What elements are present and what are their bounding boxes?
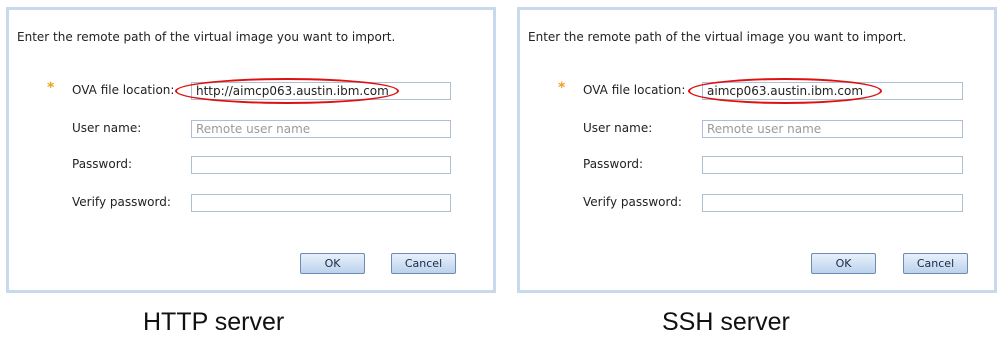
ova-location-input[interactable] — [702, 82, 963, 100]
verify-password-label: Verify password: — [72, 195, 171, 209]
dialog-instructions: Enter the remote path of the virtual ima… — [528, 30, 907, 44]
password-input[interactable] — [191, 156, 451, 174]
ova-location-row: * OVA file location: — [520, 78, 994, 104]
password-input[interactable] — [702, 156, 963, 174]
import-dialog-ssh: Enter the remote path of the virtual ima… — [517, 7, 997, 293]
password-label: Password: — [72, 157, 133, 171]
user-name-row: User name: — [9, 120, 493, 138]
ok-button[interactable]: OK — [811, 253, 876, 274]
verify-password-input[interactable] — [191, 194, 451, 212]
user-name-row: User name: — [520, 120, 994, 138]
verify-password-row: Verify password: — [9, 194, 493, 212]
import-dialog-http: Enter the remote path of the virtual ima… — [6, 7, 496, 293]
caption-ssh-server: SSH server — [662, 308, 790, 336]
ova-location-input[interactable] — [191, 82, 451, 100]
ova-location-label: OVA file location: — [583, 83, 686, 97]
ova-location-label: OVA file location: — [72, 83, 175, 97]
cancel-button[interactable]: Cancel — [391, 253, 456, 274]
user-name-label: User name: — [583, 121, 653, 135]
password-row: Password: — [9, 156, 493, 174]
cancel-button[interactable]: Cancel — [903, 253, 968, 274]
verify-password-input[interactable] — [702, 194, 963, 212]
password-label: Password: — [583, 157, 644, 171]
verify-password-row: Verify password: — [520, 194, 994, 212]
ova-location-row: * OVA file location: — [9, 78, 493, 104]
required-marker: * — [558, 80, 566, 96]
user-name-input[interactable] — [191, 120, 451, 138]
user-name-label: User name: — [72, 121, 142, 135]
required-marker: * — [47, 80, 55, 96]
verify-password-label: Verify password: — [583, 195, 682, 209]
caption-http-server: HTTP server — [143, 308, 285, 336]
user-name-input[interactable] — [702, 120, 963, 138]
ok-button[interactable]: OK — [300, 253, 365, 274]
dialog-instructions: Enter the remote path of the virtual ima… — [17, 30, 396, 44]
password-row: Password: — [520, 156, 994, 174]
